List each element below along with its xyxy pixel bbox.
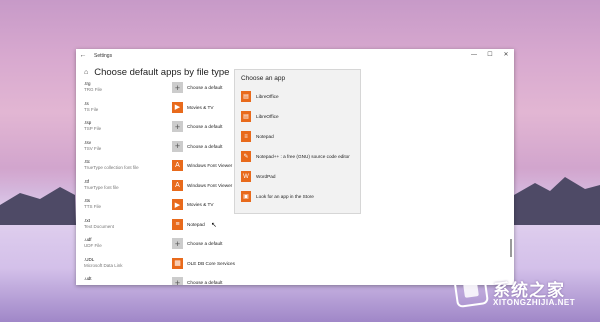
scrollbar[interactable] [510, 239, 512, 257]
store-icon: ▣ [241, 191, 251, 202]
file-description: UDF File [84, 243, 102, 248]
watermark-logo-icon [452, 271, 490, 309]
libreoffice-icon: ▤ [241, 91, 251, 102]
flyout-item-label: LibreOffice [256, 114, 279, 119]
notepad-icon: ≡ [172, 218, 183, 230]
maximize-button[interactable]: ☐ [482, 49, 498, 62]
default-app-button[interactable]: ▶ Movies & TV [172, 198, 213, 211]
list-item: .udf UDF File + Choose a default [76, 237, 514, 257]
default-app-button[interactable]: A Windows Font Viewer [172, 179, 232, 192]
app-name: Choose a default [187, 143, 223, 149]
flyout-item-label: Notepad++ : a free (GNU) source code edi… [256, 154, 350, 159]
back-arrow-icon[interactable]: ← [76, 52, 90, 59]
choose-app-flyout: Choose an app ▤ LibreOffice ▤ LibreOffic… [234, 69, 361, 214]
flyout-item-label: LibreOffice [256, 94, 279, 99]
app-name: Movies & TV [187, 104, 214, 110]
file-description: TrueType font file [84, 184, 119, 190]
app-name: Movies & TV [187, 202, 214, 207]
file-extension: .ttf [84, 178, 90, 184]
notepadpp-icon: ✎ [241, 151, 251, 162]
minimize-button[interactable]: — [466, 49, 482, 62]
page-title: ⌂ Choose default apps by file type [84, 67, 229, 78]
mouse-cursor-icon: ↖ [211, 222, 217, 229]
font-viewer-icon: A [172, 160, 183, 171]
plus-icon: + [172, 238, 183, 249]
flyout-item-store[interactable]: ▣ Look for an app in the Store [241, 190, 314, 203]
plus-icon: + [172, 82, 183, 93]
close-button[interactable]: ✕ [498, 49, 514, 62]
file-extension: .tsp [84, 120, 92, 125]
notepad-icon: ≡ [241, 131, 251, 142]
file-extension: .udt [84, 276, 92, 281]
movies-tv-icon: ▶ [172, 199, 183, 210]
file-description: TS File [84, 106, 99, 112]
ole-db-icon: ▦ [172, 257, 183, 269]
file-description: Microsoft Data Link [84, 262, 123, 268]
plus-icon: + [172, 121, 183, 132]
plus-icon: + [172, 140, 183, 152]
default-app-button[interactable]: A Windows Font Viewer [172, 159, 232, 172]
home-icon[interactable]: ⌂ [84, 69, 88, 76]
window-controls: — ☐ ✕ [466, 49, 514, 62]
file-description: Text Document [84, 223, 115, 229]
file-description: TSV File [84, 145, 102, 151]
file-extension: .udf [84, 237, 92, 242]
default-app-button[interactable]: ≡ Notepad [172, 218, 205, 231]
watermark: 系统之家 XITONGZHIJIA.NET [452, 270, 595, 318]
file-extension: .tsv [84, 139, 92, 145]
app-name: Windows Font Viewer [187, 163, 233, 168]
flyout-item-notepadpp[interactable]: ✎ Notepad++ : a free (GNU) source code e… [241, 150, 350, 163]
flyout-item-libreoffice[interactable]: ▤ LibreOffice [241, 110, 279, 123]
choose-default-button[interactable]: + Choose a default [172, 81, 222, 94]
file-extension: .txt [84, 217, 91, 223]
app-name: Choose a default [187, 241, 223, 246]
file-description: TRG File [84, 87, 102, 92]
file-extension: .ts [84, 100, 89, 106]
app-name: Choose a default [187, 124, 223, 129]
wordpad-icon: W [241, 171, 251, 182]
default-app-button[interactable]: ▶ Movies & TV [172, 101, 213, 114]
choose-default-button[interactable]: + Choose a default [172, 237, 222, 250]
app-name: Choose a default [187, 85, 223, 90]
window-title: Settings [94, 52, 113, 59]
flyout-item-libreoffice[interactable]: ▤ LibreOffice [241, 90, 279, 103]
list-item: .UDL Microsoft Data Link ▦ OLE DB Core S… [76, 257, 514, 277]
app-name: OLE DB Core Services [187, 260, 235, 266]
flyout-title: Choose an app [241, 75, 286, 82]
movies-tv-icon: ▶ [172, 101, 183, 113]
file-extension: .tts [84, 198, 91, 203]
flyout-item-notepad[interactable]: ≡ Notepad [241, 130, 274, 143]
file-description: TSP File [84, 126, 102, 131]
settings-window: ← Settings — ☐ ✕ ⌂ Choose default apps b… [76, 49, 514, 285]
choose-default-button[interactable]: + Choose a default [172, 120, 222, 133]
app-name: Notepad [187, 221, 205, 227]
app-name: Windows Font Viewer [187, 182, 233, 188]
list-item: .txt Text Document ≡ Notepad [76, 218, 514, 238]
file-extension: .trg [84, 81, 91, 86]
flyout-item-wordpad[interactable]: W WordPad [241, 170, 275, 183]
title-bar: ← Settings — ☐ ✕ [76, 49, 514, 62]
file-description: TrueType collection font file [84, 165, 139, 170]
choose-default-button[interactable]: + Choose a default [172, 276, 222, 285]
plus-icon: + [172, 277, 183, 285]
list-item: .udt + Choose a default [76, 276, 514, 285]
flyout-item-label: Look for an app in the Store [256, 194, 314, 199]
choose-default-button[interactable]: + Choose a default [172, 140, 222, 153]
page-title-text: Choose default apps by file type [94, 67, 230, 78]
watermark-url: XITONGZHIJIA.NET [493, 298, 576, 307]
flyout-item-label: Notepad [256, 134, 274, 139]
flyout-item-label: WordPad [256, 174, 276, 179]
app-name: Choose a default [187, 280, 223, 285]
file-extension: .UDL [84, 256, 95, 262]
libreoffice-icon: ▤ [241, 111, 251, 122]
file-description: TTS File [84, 204, 102, 209]
default-app-button[interactable]: ▦ OLE DB Core Services [172, 257, 235, 270]
file-extension: .ttc [84, 159, 91, 164]
font-viewer-icon: A [172, 179, 183, 191]
